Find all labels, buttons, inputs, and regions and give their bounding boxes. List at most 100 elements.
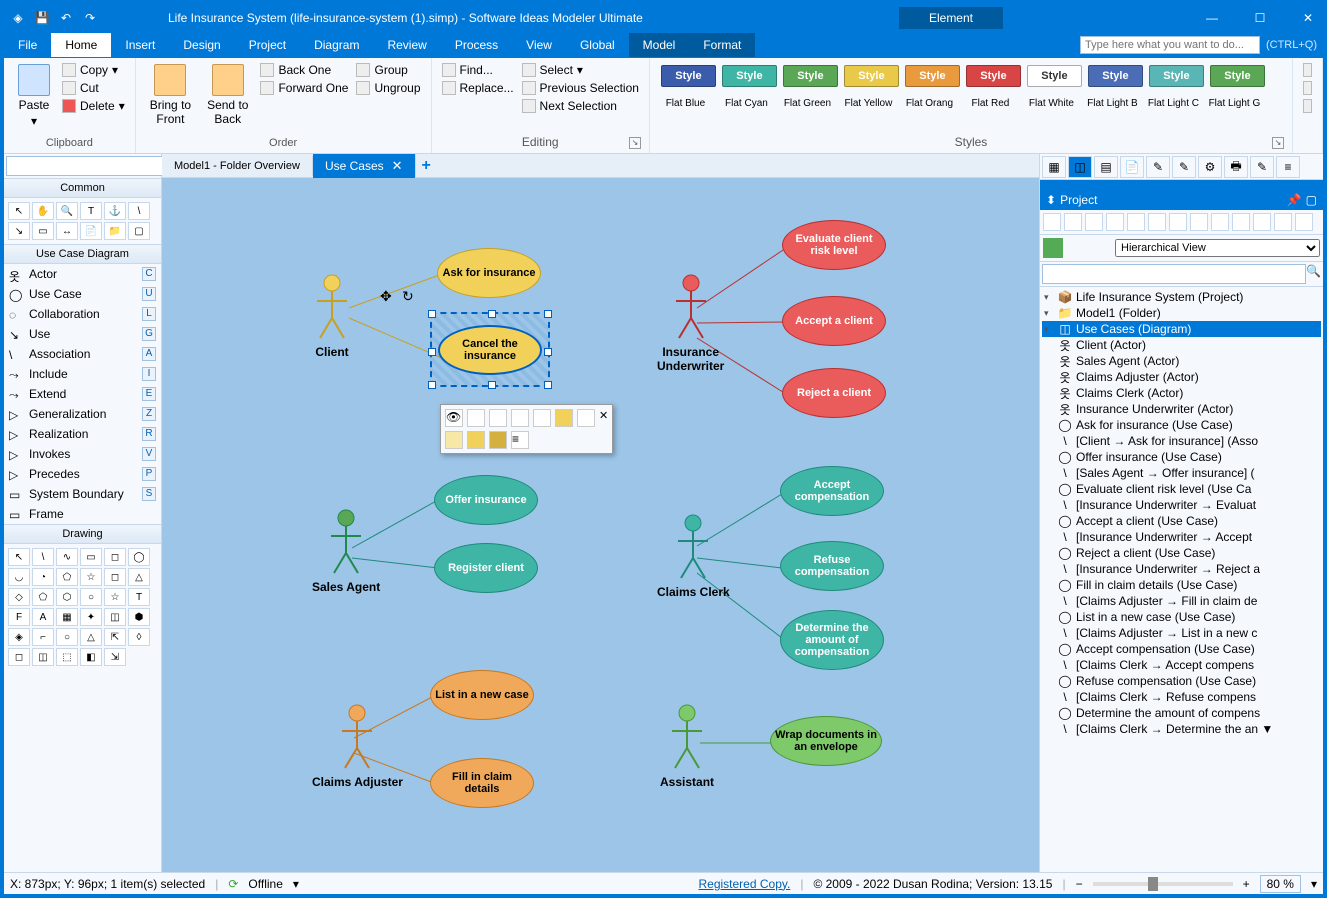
ungroup-button[interactable]: Ungroup xyxy=(354,80,422,96)
draw-triangle[interactable]: △ xyxy=(128,568,150,586)
folder-tool[interactable]: 📁 xyxy=(104,222,126,240)
tool-extend[interactable]: ⤳ExtendE xyxy=(4,384,161,404)
mt-3[interactable] xyxy=(489,409,507,427)
pt12[interactable] xyxy=(1274,213,1292,231)
copy-button[interactable]: Copy▾ xyxy=(60,62,127,78)
draw-misc1[interactable]: ▦ xyxy=(56,608,78,626)
tab-usecases[interactable]: Use Cases✕ xyxy=(313,154,416,178)
mt-close-icon[interactable]: ✕ xyxy=(599,409,608,427)
hand-tool[interactable]: ✋ xyxy=(32,202,54,220)
pin-icon[interactable]: 📌 xyxy=(1287,193,1302,207)
style-swatch-1[interactable]: Style xyxy=(722,65,777,87)
pt8[interactable] xyxy=(1190,213,1208,231)
tool-precedes[interactable]: ▷PrecedesP xyxy=(4,464,161,484)
uc-cancel-insurance[interactable]: Cancel the insurance xyxy=(438,325,542,375)
mt-5[interactable] xyxy=(533,409,551,427)
draw-text[interactable]: T xyxy=(128,588,150,606)
draw-misc13[interactable]: ⬚ xyxy=(56,648,78,666)
draw-hexagon[interactable]: ⬡ xyxy=(56,588,78,606)
pt4[interactable] xyxy=(1106,213,1124,231)
tree-node[interactable]: ◯Refuse compensation (Use Case) xyxy=(1042,673,1321,689)
panel-close-icon[interactable]: ▢ xyxy=(1306,193,1317,207)
draw-polygon[interactable]: ⬠ xyxy=(56,568,78,586)
draw-rhombus[interactable]: ◇ xyxy=(8,588,30,606)
forward-one-button[interactable]: Forward One xyxy=(258,80,350,96)
rb10[interactable]: ≡ xyxy=(1276,156,1300,178)
draw-misc3[interactable]: ◫ xyxy=(104,608,126,626)
draw-circle[interactable]: ○ xyxy=(80,588,102,606)
menu-project[interactable]: Project xyxy=(235,33,300,57)
uc-determine[interactable]: Determine the amount of compensation xyxy=(780,610,884,670)
draw-a[interactable]: A xyxy=(32,608,54,626)
mt-color3[interactable] xyxy=(489,431,507,449)
project-search[interactable] xyxy=(1042,264,1306,284)
menu-insert[interactable]: Insert xyxy=(111,33,169,57)
menu-view[interactable]: View xyxy=(512,33,566,57)
style-swatch-0[interactable]: Style xyxy=(661,65,716,87)
uc-accept-client[interactable]: Accept a client xyxy=(782,296,886,346)
actor-client[interactable]: Client xyxy=(312,273,352,359)
tree-node[interactable]: \[Insurance Underwriter → Reject a xyxy=(1042,561,1321,577)
style-swatch-2[interactable]: Style xyxy=(783,65,838,87)
draw-square[interactable]: ◻ xyxy=(104,568,126,586)
draw-misc12[interactable]: ◫ xyxy=(32,648,54,666)
project-tree[interactable]: ▾📦Life Insurance System (Project)▾📁Model… xyxy=(1040,287,1323,872)
tree-node[interactable]: \[Claims Clerk → Accept compens xyxy=(1042,657,1321,673)
close-tab-icon[interactable]: ✕ xyxy=(392,158,403,174)
tree-node[interactable]: \[Insurance Underwriter → Evaluat xyxy=(1042,497,1321,513)
draw-misc2[interactable]: ✦ xyxy=(80,608,102,626)
tree-node[interactable]: \[Client → Ask for insurance] (Asso xyxy=(1042,433,1321,449)
canvas[interactable]: Client Ask for insurance ✥ ↻ Cancel the … xyxy=(162,178,1039,872)
tree-node[interactable]: ◯Ask for insurance (Use Case) xyxy=(1042,417,1321,433)
uc-wrap-docs[interactable]: Wrap documents in an envelope xyxy=(770,716,882,766)
menu-global[interactable]: Global xyxy=(566,33,629,57)
tree-node[interactable]: ◯Reject a client (Use Case) xyxy=(1042,545,1321,561)
tree-node[interactable]: ◯List in a new case (Use Case) xyxy=(1042,609,1321,625)
ribbon-extra-3[interactable] xyxy=(1301,98,1314,114)
pt1[interactable] xyxy=(1043,213,1061,231)
styles-dialog-launcher[interactable]: ↘ xyxy=(1272,137,1284,149)
pt11[interactable] xyxy=(1253,213,1271,231)
mt-4[interactable] xyxy=(511,409,529,427)
tree-node[interactable]: ▾📦Life Insurance System (Project) xyxy=(1042,289,1321,305)
add-tab-button[interactable]: + xyxy=(416,155,437,177)
draw-polyline[interactable]: ∿ xyxy=(56,548,78,566)
zoom-slider[interactable] xyxy=(1093,882,1233,886)
menu-design[interactable]: Design xyxy=(169,33,234,57)
pt6[interactable] xyxy=(1148,213,1166,231)
rb1[interactable]: ▦ xyxy=(1042,156,1066,178)
menu-model[interactable]: Model xyxy=(629,33,690,57)
mt-color2[interactable] xyxy=(467,431,485,449)
anchor-tool[interactable]: ⚓ xyxy=(104,202,126,220)
pt3[interactable] xyxy=(1085,213,1103,231)
menu-file[interactable]: File xyxy=(4,33,51,57)
line-tool[interactable]: \ xyxy=(128,202,150,220)
tree-node[interactable]: \[Claims Adjuster → Fill in claim de xyxy=(1042,593,1321,609)
uc-refuse-comp[interactable]: Refuse compensation xyxy=(780,541,884,591)
draw-arc[interactable]: ◡ xyxy=(8,568,30,586)
tool-actor[interactable]: 옷ActorC xyxy=(4,264,161,284)
expander-icon[interactable]: ▾ xyxy=(1044,308,1054,319)
draw-ellipse[interactable]: ◯ xyxy=(128,548,150,566)
uc-eval-risk[interactable]: Evaluate client risk level xyxy=(782,220,886,270)
back-one-button[interactable]: Back One xyxy=(258,62,350,78)
draw-misc7[interactable]: ○ xyxy=(56,628,78,646)
redo-icon[interactable]: ↷ xyxy=(82,10,98,26)
sub2[interactable] xyxy=(1067,238,1087,258)
zoom-dropdown-icon[interactable]: ▾ xyxy=(1311,877,1317,891)
pt5[interactable] xyxy=(1127,213,1145,231)
rb3[interactable]: ▤ xyxy=(1094,156,1118,178)
tree-node[interactable]: ◯Determine the amount of compens xyxy=(1042,705,1321,721)
uc-accept-comp[interactable]: Accept compensation xyxy=(780,466,884,516)
sync-icon[interactable]: ⟳ xyxy=(228,877,238,891)
zoom-in-button[interactable]: + xyxy=(1243,877,1250,891)
tree-node[interactable]: ◯Accept a client (Use Case) xyxy=(1042,513,1321,529)
collapse-handle[interactable] xyxy=(1040,180,1323,190)
tool-frame[interactable]: ▭Frame xyxy=(4,504,161,524)
style-swatch-7[interactable]: Style xyxy=(1088,65,1143,87)
tool-association[interactable]: \AssociationA xyxy=(4,344,161,364)
zoom-out-button[interactable]: − xyxy=(1076,877,1083,891)
package-tool[interactable]: ▢ xyxy=(128,222,150,240)
registered-link[interactable]: Registered Copy. xyxy=(698,877,790,891)
tree-node[interactable]: \[Claims Clerk → Refuse compens xyxy=(1042,689,1321,705)
